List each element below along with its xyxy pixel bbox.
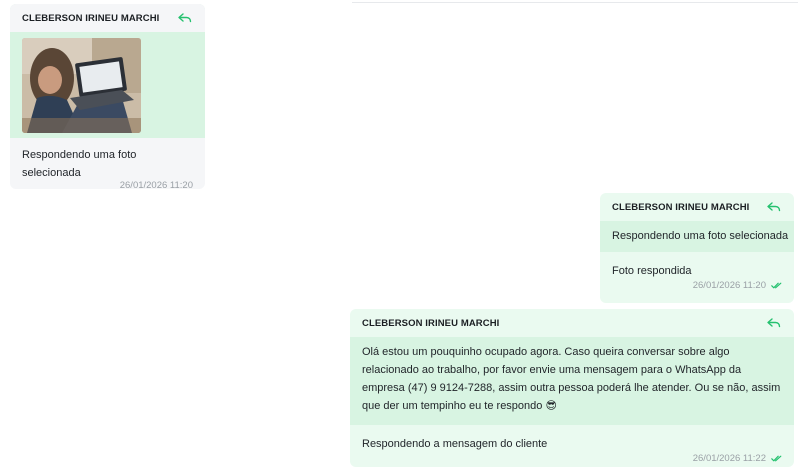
message-timestamp: 26/01/2026 11:20 bbox=[692, 280, 766, 291]
message-bubble-outgoing[interactable]: CLEBERSON IRINEU MARCHI Olá estou um pou… bbox=[350, 309, 794, 467]
message-bubble-outgoing[interactable]: CLEBERSON IRINEU MARCHI Respondendo uma … bbox=[600, 193, 794, 303]
quoted-message[interactable]: Respondendo uma foto selecionada bbox=[600, 221, 794, 252]
double-check-icon bbox=[771, 455, 782, 462]
double-check-icon bbox=[771, 282, 782, 289]
reply-arrow-icon[interactable] bbox=[178, 13, 192, 23]
message-bubble-incoming[interactable]: CLEBERSON IRINEU MARCHI Respondendo uma … bbox=[10, 4, 205, 189]
message-text: Respondendo a mensagem do cliente bbox=[362, 438, 548, 450]
message-text: Respondendo uma foto selecionada bbox=[22, 149, 137, 179]
message-text: Foto respondida bbox=[612, 265, 692, 277]
quoted-message[interactable]: Olá estou um pouquinho ocupado agora. Ca… bbox=[350, 337, 794, 425]
chat-top-divider bbox=[352, 0, 798, 3]
quoted-photo[interactable] bbox=[22, 38, 141, 133]
quoted-author: CLEBERSON IRINEU MARCHI bbox=[612, 201, 750, 213]
reply-arrow-icon[interactable] bbox=[767, 202, 781, 212]
quoted-text: Olá estou um pouquinho ocupado agora. Ca… bbox=[362, 346, 781, 412]
message-timestamp: 26/01/2026 11:22 bbox=[692, 453, 766, 464]
reply-arrow-icon[interactable] bbox=[767, 318, 781, 328]
quoted-message[interactable]: CLEBERSON IRINEU MARCHI bbox=[10, 4, 205, 138]
message-timestamp: 26/01/2026 11:20 bbox=[119, 180, 193, 189]
quoted-author: CLEBERSON IRINEU MARCHI bbox=[22, 12, 160, 24]
quoted-text: Respondendo uma foto selecionada bbox=[612, 230, 789, 242]
quoted-author: CLEBERSON IRINEU MARCHI bbox=[362, 317, 500, 329]
